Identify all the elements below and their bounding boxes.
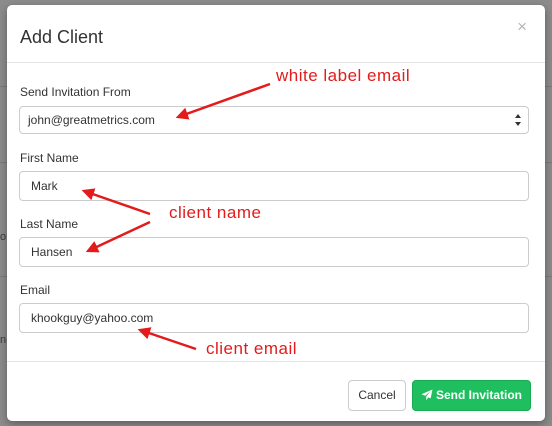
modal-footer: Cancel Send Invitation	[7, 361, 545, 421]
email-label: Email	[20, 283, 51, 297]
background-text: o	[0, 231, 7, 243]
send-from-select[interactable]: john@greatmetrics.com	[19, 106, 529, 134]
annotation-client-email: client email	[206, 339, 298, 358]
select-arrows-icon	[515, 114, 521, 126]
close-icon[interactable]: ×	[517, 18, 527, 35]
modal-header: Add Client ×	[7, 5, 545, 63]
modal-title: Add Client	[20, 27, 104, 47]
email-field[interactable]	[19, 303, 529, 333]
annotation-white-label-email: white label email	[276, 66, 411, 85]
send-invitation-button[interactable]: Send Invitation	[412, 380, 531, 411]
last-name-label: Last Name	[20, 217, 79, 231]
email-input[interactable]	[20, 304, 528, 332]
send-invitation-label: Send Invitation	[435, 388, 522, 402]
send-from-label: Send Invitation From	[20, 85, 131, 99]
last-name-input[interactable]	[20, 238, 528, 266]
cancel-button[interactable]: Cancel	[348, 380, 406, 411]
annotation-client-name: client name	[169, 203, 262, 222]
last-name-field[interactable]	[19, 237, 529, 267]
background-text: n	[0, 334, 7, 346]
paper-plane-icon	[421, 389, 433, 401]
first-name-label: First Name	[20, 151, 79, 165]
send-from-value: john@greatmetrics.com	[28, 113, 155, 127]
first-name-input[interactable]	[20, 172, 528, 200]
first-name-field[interactable]	[19, 171, 529, 201]
